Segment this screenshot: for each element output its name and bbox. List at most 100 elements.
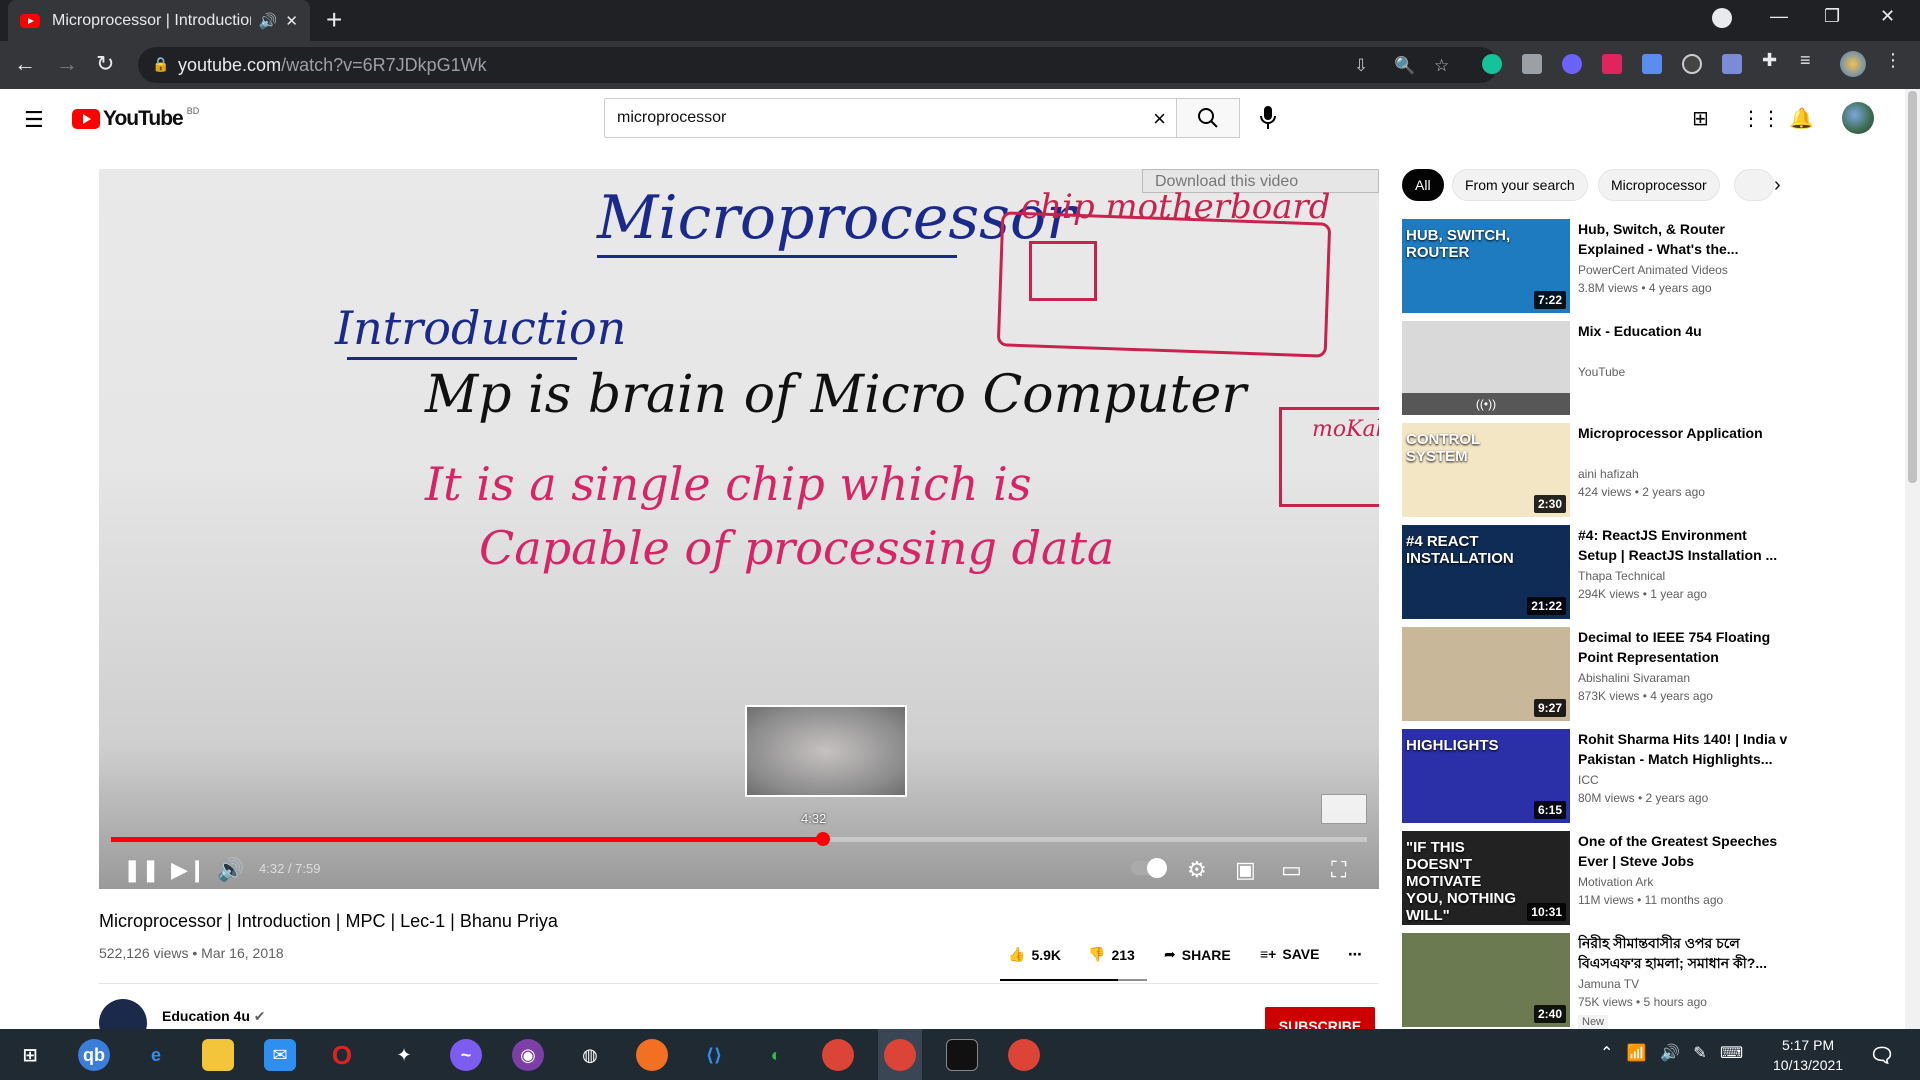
chips-next-arrow-icon[interactable]: ›	[1774, 174, 1781, 197]
recommendation-item[interactable]: HUB, SWITCH, ROUTER 7:22 Hub, Switch, & Ro…	[1402, 219, 1892, 313]
apps-grid-icon[interactable]: ⋮⋮	[1741, 106, 1781, 131]
recommendation-title[interactable]: Rohit Sharma Hits 140! | India v Pakista…	[1578, 729, 1788, 769]
satellite-app-icon[interactable]: ✦	[388, 1039, 420, 1071]
recommendation-item[interactable]: CONTROL SYSTEM 2:30 Microprocessor Applica…	[1402, 423, 1892, 517]
pen-extension-icon[interactable]	[1722, 54, 1742, 74]
notification-center-icon[interactable]: 🗨	[1866, 1039, 1898, 1071]
volume-icon[interactable]: 🔊	[217, 857, 244, 883]
mail-icon[interactable]: ✉	[264, 1039, 296, 1071]
recommendation-channel[interactable]: YouTube	[1578, 365, 1625, 379]
messenger-icon[interactable]: ~	[450, 1039, 482, 1071]
recommendation-title[interactable]: One of the Greatest Speeches Ever | Stev…	[1578, 831, 1788, 871]
media-control-icon[interactable]: ≡	[1800, 50, 1820, 70]
qbittorrent-icon[interactable]: qb	[78, 1039, 110, 1071]
next-video-icon[interactable]: ▶❙	[171, 857, 206, 883]
video-thumbnail[interactable]: CONTROL SYSTEM 2:30	[1402, 423, 1570, 517]
download-extension-icon[interactable]	[1642, 54, 1662, 74]
recommendation-title[interactable]: Microprocessor Application	[1578, 423, 1788, 443]
search-input[interactable]: microprocessor ×	[604, 98, 1177, 138]
progress-bar[interactable]	[111, 832, 1367, 846]
extensions-puzzle-icon[interactable]: ✚	[1762, 50, 1782, 70]
voice-search-mic-icon[interactable]	[1258, 105, 1278, 131]
recommendation-item[interactable]: ((•)) Mix - Education 4u YouTube	[1402, 321, 1892, 415]
more-actions-icon[interactable]: ⋯	[1348, 946, 1362, 963]
chrome-icon[interactable]	[822, 1039, 854, 1071]
zoom-icon[interactable]: 🔍	[1394, 56, 1415, 76]
theater-mode-icon[interactable]: ▭	[1281, 857, 1302, 883]
extension-icon-4[interactable]	[1602, 54, 1622, 74]
recommendation-channel[interactable]: aini hafizah	[1578, 467, 1639, 481]
chip-overflow[interactable]	[1734, 169, 1774, 201]
video-thumbnail[interactable]: 9:27	[1402, 627, 1570, 721]
profile-dropdown-icon[interactable]	[1712, 8, 1732, 28]
maximize-icon[interactable]: ❐	[1824, 6, 1840, 27]
windows-start-icon[interactable]: ⊞	[14, 1039, 46, 1071]
chrome-active-icon[interactable]	[884, 1039, 916, 1071]
channel-name[interactable]: Education 4u ✔	[162, 1008, 266, 1025]
camera-extension-icon[interactable]	[1522, 54, 1542, 74]
edge-legacy-icon[interactable]: e	[140, 1039, 172, 1071]
channel-watermark[interactable]	[1321, 794, 1367, 824]
create-video-icon[interactable]: ⊞	[1692, 106, 1709, 131]
miniplayer-icon[interactable]: ▣	[1235, 857, 1256, 883]
recommendation-channel[interactable]: Motivation Ark	[1578, 875, 1653, 889]
grammarly-extension-icon[interactable]	[1482, 54, 1502, 74]
save-button[interactable]: ≡+ SAVE	[1260, 946, 1319, 962]
dislike-button[interactable]: 👎 213	[1088, 946, 1135, 963]
minimize-icon[interactable]: —	[1770, 6, 1788, 27]
video-thumbnail[interactable]: #4 REACT INSTALLATION 21:22	[1402, 525, 1570, 619]
chrome-menu-icon[interactable]: ⋮	[1884, 50, 1904, 70]
recommendation-item[interactable]: #4 REACT INSTALLATION 21:22 #4: ReactJS En…	[1402, 525, 1892, 619]
recommendation-channel[interactable]: Abishalini Sivaraman	[1578, 671, 1690, 685]
chip-microprocessor[interactable]: Microprocessor	[1598, 169, 1720, 201]
recommendation-channel[interactable]: ICC	[1578, 773, 1599, 787]
window-close-icon[interactable]: ✕	[1880, 6, 1895, 27]
recommendation-channel[interactable]: PowerCert Animated Videos	[1578, 263, 1728, 277]
tab-close-icon[interactable]: ✕	[285, 12, 298, 30]
video-thumbnail[interactable]: 2:40	[1402, 933, 1570, 1027]
like-button[interactable]: 👍 5.9K	[1008, 946, 1061, 963]
scrollbar-thumb[interactable]	[1908, 91, 1917, 483]
menu-hamburger-icon[interactable]: ☰	[24, 107, 44, 133]
notifications-bell-icon[interactable]: 🔔	[1789, 106, 1814, 131]
github-icon[interactable]: ◉	[512, 1039, 544, 1071]
account-avatar[interactable]	[1842, 102, 1874, 134]
recommendation-item[interactable]: HIGHLIGHTS 6:15 Rohit Sharma Hits 140! | I…	[1402, 729, 1892, 823]
recommendation-item[interactable]: 9:27 Decimal to IEEE 754 Floating Point R…	[1402, 627, 1892, 721]
progress-scrubber[interactable]	[816, 832, 831, 846]
vscode-icon[interactable]: ⟨⟩	[698, 1039, 730, 1071]
fullscreen-icon[interactable]: ⛶	[1331, 857, 1346, 883]
recommendation-title[interactable]: Hub, Switch, & Router Explained - What's…	[1578, 219, 1788, 259]
recommendation-channel[interactable]: Jamuna TV	[1578, 977, 1639, 991]
recommendation-channel[interactable]: Thapa Technical	[1578, 569, 1665, 583]
recommendation-title[interactable]: #4: ReactJS Environment Setup | ReactJS …	[1578, 525, 1788, 565]
file-explorer-icon[interactable]	[202, 1039, 234, 1071]
reload-icon[interactable]: ↻	[96, 51, 114, 77]
terminal-icon[interactable]	[946, 1039, 978, 1071]
maps-app-icon[interactable]: ◐	[760, 1039, 792, 1071]
forward-icon[interactable]: →	[56, 51, 78, 77]
back-icon[interactable]: ←	[14, 51, 36, 77]
video-thumbnail[interactable]: "IF THIS DOESN'T MOTIVATE YOU, NOTHING W…	[1402, 831, 1570, 925]
install-app-icon[interactable]: ⇩	[1354, 56, 1368, 76]
browser-tab-active[interactable]: Microprocessor | Introduction | MPC | Le…	[8, 0, 310, 41]
extension-icon-3[interactable]	[1562, 54, 1582, 74]
tab-audio-icon[interactable]: 🔊	[259, 12, 278, 30]
lock-icon[interactable]: 🔒	[152, 56, 169, 73]
share-button[interactable]: ➦ SHARE	[1164, 946, 1231, 963]
recommendation-title[interactable]: নিরীহ সীমান্তবাসীর ওপর চলে বিএসএফ'র হামল…	[1578, 933, 1788, 973]
search-button[interactable]	[1176, 98, 1240, 138]
paint-icon[interactable]: ◍	[574, 1039, 606, 1071]
new-tab-button[interactable]: +	[326, 6, 342, 34]
system-tray[interactable]: ⌃ 📶 🔊 ✎ ⌨	[1600, 1043, 1743, 1063]
video-thumbnail[interactable]: ((•))	[1402, 321, 1570, 415]
firefox-icon[interactable]	[636, 1039, 668, 1071]
video-player[interactable]: Download this video Microprocessor chip …	[99, 169, 1379, 889]
chip-from-your-search[interactable]: From your search	[1452, 169, 1588, 201]
recommendation-item[interactable]: "IF THIS DOESN'T MOTIVATE YOU, NOTHING W…	[1402, 831, 1892, 925]
chip-all[interactable]: All	[1402, 169, 1444, 201]
bookmark-star-icon[interactable]: ☆	[1434, 56, 1449, 76]
recommendation-title[interactable]: Decimal to IEEE 754 Floating Point Repre…	[1578, 627, 1788, 667]
taskbar-clock[interactable]: 5:17 PM 10/13/2021	[1773, 1035, 1843, 1075]
video-thumbnail[interactable]: HIGHLIGHTS 6:15	[1402, 729, 1570, 823]
